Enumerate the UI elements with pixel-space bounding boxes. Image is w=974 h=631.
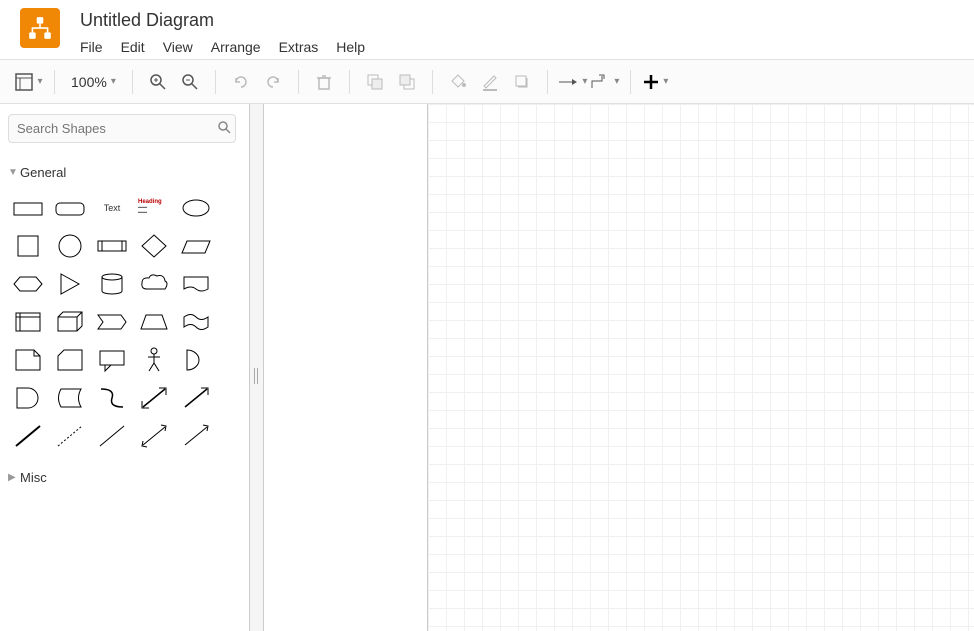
shape-square[interactable] xyxy=(10,230,46,262)
shape-blank3[interactable] xyxy=(220,268,250,300)
outline-pane xyxy=(264,104,428,631)
shape-step[interactable] xyxy=(94,306,130,338)
shape-cylinder[interactable] xyxy=(94,268,130,300)
search-shapes-input[interactable] xyxy=(8,114,236,143)
shape-directional-connector[interactable] xyxy=(178,420,214,452)
shape-internal-storage[interactable] xyxy=(10,306,46,338)
shape-rounded-rectangle[interactable] xyxy=(52,192,88,224)
shape-blank6[interactable] xyxy=(220,382,250,414)
shape-arrow[interactable] xyxy=(178,382,214,414)
shape-cloud[interactable] xyxy=(136,268,172,300)
shape-actor[interactable] xyxy=(136,344,172,376)
shape-trapezoid[interactable] xyxy=(136,306,172,338)
shape-circle[interactable] xyxy=(52,230,88,262)
shapes-palette: Text Heading━━━━━━ xyxy=(8,192,241,452)
shape-card[interactable] xyxy=(52,344,88,376)
zoom-dropdown[interactable]: 100%▾ xyxy=(65,74,122,90)
app-logo[interactable] xyxy=(20,8,60,48)
undo-button[interactable] xyxy=(226,67,256,97)
shape-blank4[interactable] xyxy=(220,306,250,338)
shape-and[interactable] xyxy=(10,382,46,414)
category-general[interactable]: ▼General xyxy=(8,161,241,184)
view-mode-button[interactable]: ▾ xyxy=(14,67,44,97)
zoom-out-button[interactable] xyxy=(175,67,205,97)
shape-blank2[interactable] xyxy=(220,230,250,262)
shape-text[interactable]: Text xyxy=(94,192,130,224)
shape-blank[interactable] xyxy=(220,192,250,224)
menu-file[interactable]: File xyxy=(80,39,103,55)
menu-arrange[interactable]: Arrange xyxy=(211,39,261,55)
shape-hexagon[interactable] xyxy=(10,268,46,300)
sidebar-splitter[interactable] xyxy=(250,104,264,631)
delete-button[interactable] xyxy=(309,67,339,97)
shape-half-circle[interactable] xyxy=(178,344,214,376)
shapes-sidebar: ▼General Text Heading━━━━━━ xyxy=(0,104,250,631)
shape-data-storage[interactable] xyxy=(52,382,88,414)
shadow-button[interactable] xyxy=(507,67,537,97)
shape-rectangle[interactable] xyxy=(10,192,46,224)
shape-document[interactable] xyxy=(178,268,214,300)
shape-link[interactable] xyxy=(10,420,46,452)
shape-line[interactable] xyxy=(94,420,130,452)
shape-diamond[interactable] xyxy=(136,230,172,262)
shape-callout[interactable] xyxy=(94,344,130,376)
diagram-content[interactable] xyxy=(428,104,728,254)
shape-blank7[interactable] xyxy=(220,420,250,452)
shape-tape[interactable] xyxy=(178,306,214,338)
zoom-in-button[interactable] xyxy=(143,67,173,97)
shape-note[interactable] xyxy=(10,344,46,376)
insert-button[interactable]: ▾ xyxy=(641,67,671,97)
redo-button[interactable] xyxy=(258,67,288,97)
shape-bidirectional-connector[interactable] xyxy=(136,420,172,452)
menu-edit[interactable]: Edit xyxy=(121,39,145,55)
shape-process[interactable] xyxy=(94,230,130,262)
menu-view[interactable]: View xyxy=(163,39,193,55)
shape-blank5[interactable] xyxy=(220,344,250,376)
to-back-button[interactable] xyxy=(392,67,422,97)
to-front-button[interactable] xyxy=(360,67,390,97)
search-icon xyxy=(217,120,231,137)
menu-extras[interactable]: Extras xyxy=(279,39,319,55)
waypoint-button[interactable]: ▾ xyxy=(590,67,620,97)
category-misc[interactable]: ▶Misc xyxy=(8,466,241,489)
shape-triangle[interactable] xyxy=(52,268,88,300)
canvas[interactable] xyxy=(428,104,974,631)
shape-textbox[interactable]: Heading━━━━━━ xyxy=(136,192,172,224)
menu-help[interactable]: Help xyxy=(336,39,365,55)
shape-ellipse[interactable] xyxy=(178,192,214,224)
connection-button[interactable]: ▾ xyxy=(558,67,588,97)
shape-dashed-line[interactable] xyxy=(52,420,88,452)
line-color-button[interactable] xyxy=(475,67,505,97)
shape-parallelogram[interactable] xyxy=(178,230,214,262)
shape-cube[interactable] xyxy=(52,306,88,338)
shape-curve[interactable] xyxy=(94,382,130,414)
toolbar: ▾ 100%▾ ▾ ▾ ▾ xyxy=(0,60,974,104)
menubar: File Edit View Arrange Extras Help xyxy=(80,39,365,55)
fill-color-button[interactable] xyxy=(443,67,473,97)
document-title[interactable]: Untitled Diagram xyxy=(80,10,365,31)
shape-bidirectional-arrow[interactable] xyxy=(136,382,172,414)
